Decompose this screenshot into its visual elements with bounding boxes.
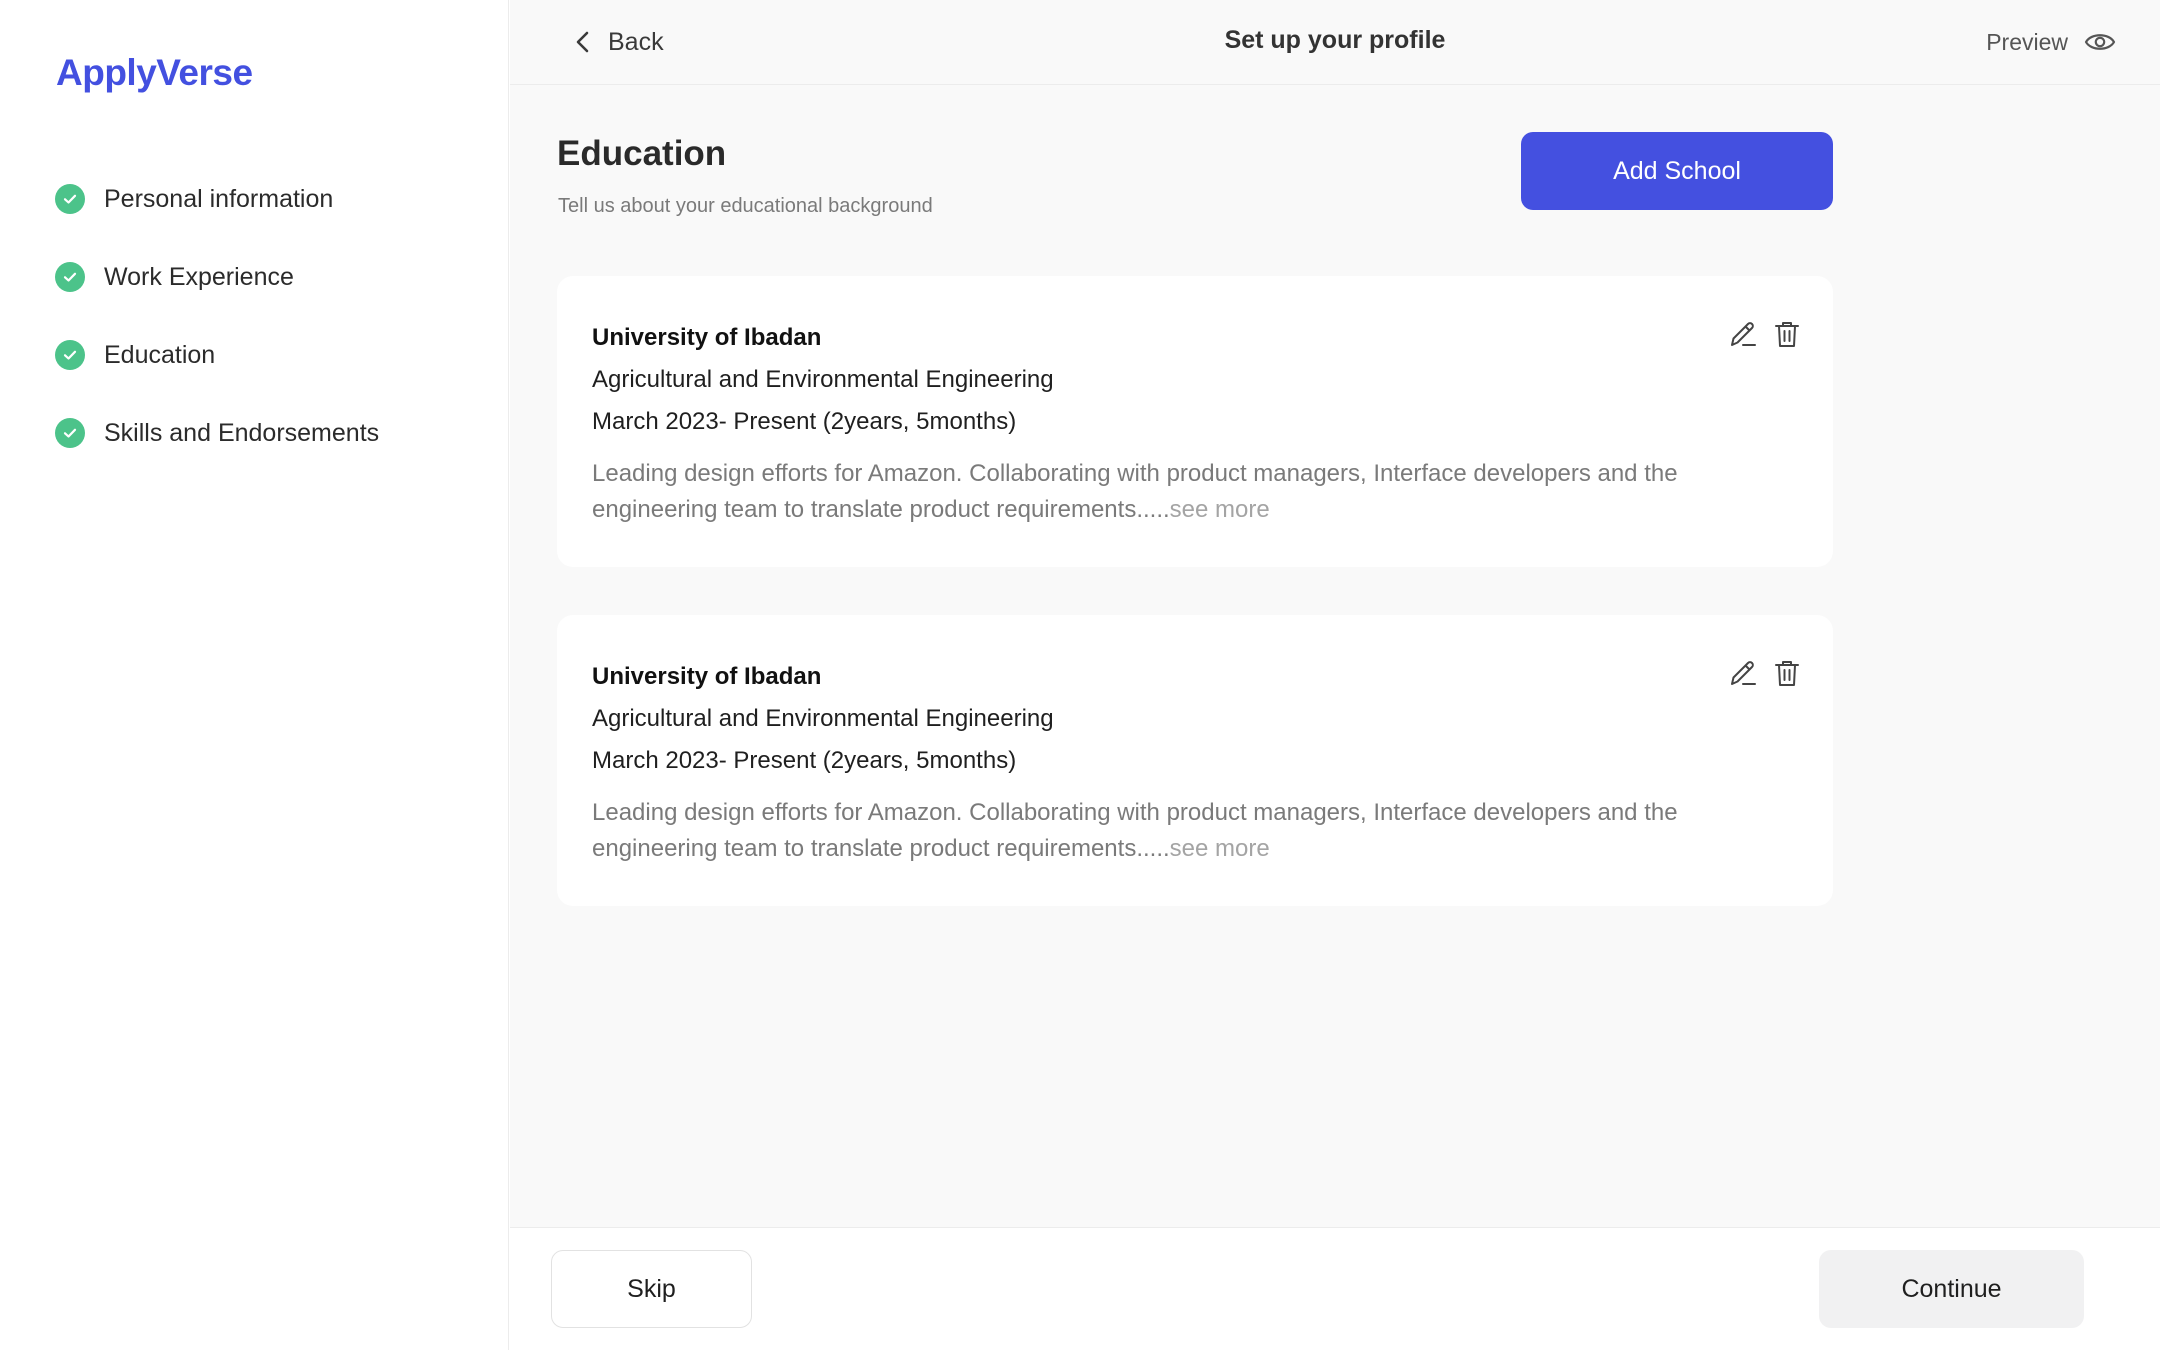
step-work-experience[interactable]: Work Experience (55, 238, 379, 316)
main-content: Back Set up your profile Preview Educati… (510, 0, 2160, 1350)
date-range: March 2023- Present (2years, 5months) (592, 408, 1017, 435)
sidebar: ApplyVerse Personal information Work Exp… (0, 0, 509, 1350)
check-circle-icon (55, 184, 85, 214)
section-subtitle: Tell us about your educational backgroun… (558, 195, 933, 217)
see-more-link[interactable]: see more (1170, 835, 1270, 862)
see-more-link[interactable]: see more (1170, 496, 1270, 523)
add-school-button[interactable]: Add School (1521, 132, 1833, 210)
check-circle-icon (55, 418, 85, 448)
page-title: Set up your profile (1224, 26, 1446, 54)
skip-button[interactable]: Skip (551, 1250, 752, 1328)
course-name: Agricultural and Environmental Engineeri… (592, 366, 1054, 393)
date-range: March 2023- Present (2years, 5months) (592, 747, 1017, 774)
description-text: Leading design efforts for Amazon. Colla… (592, 799, 1678, 862)
school-name: University of Ibadan (592, 324, 822, 351)
card-actions (1727, 657, 1803, 689)
app-logo[interactable]: ApplyVerse (56, 52, 253, 94)
edit-pencil-icon[interactable] (1727, 657, 1759, 689)
step-label: Work Experience (104, 262, 294, 291)
edit-pencil-icon[interactable] (1727, 318, 1759, 350)
footer-bar: Skip Continue (510, 1227, 2160, 1350)
description: Leading design efforts for Amazon. Colla… (592, 456, 1792, 528)
check-circle-icon (55, 262, 85, 292)
preview-button[interactable]: Preview (1986, 22, 2116, 62)
continue-button[interactable]: Continue (1819, 1250, 2084, 1328)
description-text: Leading design efforts for Amazon. Colla… (592, 460, 1678, 523)
top-bar: Back Set up your profile Preview (510, 0, 2160, 85)
step-skills-and-endorsements[interactable]: Skills and Endorsements (55, 394, 379, 472)
description: Leading design efforts for Amazon. Colla… (592, 795, 1792, 867)
step-label: Personal information (104, 184, 334, 213)
check-circle-icon (55, 340, 85, 370)
step-list: Personal information Work Experience Edu… (55, 160, 379, 472)
school-name: University of Ibadan (592, 663, 822, 690)
preview-label: Preview (1986, 28, 2068, 55)
eye-icon (2084, 30, 2116, 54)
course-name: Agricultural and Environmental Engineeri… (592, 705, 1054, 732)
step-label: Skills and Endorsements (104, 418, 380, 447)
education-card: University of Ibadan Agricultural and En… (557, 615, 1833, 906)
trash-icon[interactable] (1771, 318, 1803, 350)
app-root: ApplyVerse Personal information Work Exp… (0, 0, 2160, 1350)
section-title: Education (557, 134, 727, 173)
step-label: Education (104, 340, 216, 369)
card-actions (1727, 318, 1803, 350)
education-card: University of Ibadan Agricultural and En… (557, 276, 1833, 567)
trash-icon[interactable] (1771, 657, 1803, 689)
step-education[interactable]: Education (55, 316, 379, 394)
step-personal-information[interactable]: Personal information (55, 160, 379, 238)
